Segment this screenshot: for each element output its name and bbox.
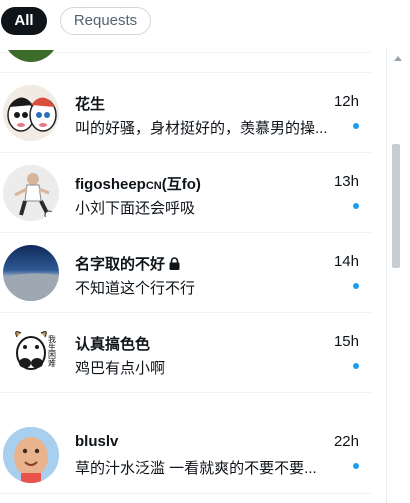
unread-dot [353,283,359,289]
partial-avatar[interactable] [3,0,59,62]
dm-inbox: All Requests 花生 12h 叫的好骚，身材挺好的，羡慕男的操... … [0,0,410,503]
unread-dot [353,363,359,369]
conversation-preview: 小刘下面还会呼吸 [75,200,196,217]
name-suffix: CN [145,180,162,192]
conversation-name: 认真搞色色 [75,336,151,353]
avatar-text: 我 生 困 难 [48,335,56,368]
conversation-row[interactable]: 我 生 困 难 认真搞色色 15h 鸡巴有点小啊 [0,313,372,393]
conversation-name: figosheepCN(互fo) [75,173,201,194]
scrollbar[interactable] [386,48,410,503]
conversation-row[interactable]: 名字取的不好 14h 不知道这个行不行 [0,233,372,313]
avatar[interactable] [3,165,59,221]
scrollbar-thumb[interactable] [392,144,400,268]
avatar[interactable] [3,245,59,301]
conversation-preview: 叫的好骚，身材挺好的，羡慕男的操... [75,120,328,137]
conversation-time: 13h [333,173,359,190]
conversation-time: 22h [333,433,359,450]
conversation-time: 15h [333,333,359,350]
name-main: 名字取的不好 [75,256,166,273]
conversation-time: 12h [333,93,359,110]
conversation-name: 花生 [75,96,106,113]
row-divider [0,493,372,494]
conversation-preview: 鸡巴有点小啊 [75,360,166,377]
avatar[interactable] [3,85,59,141]
conversation-row[interactable]: 花生 12h 叫的好骚，身材挺好的，羡慕男的操... [0,73,372,153]
unread-dot [353,463,359,469]
avatar[interactable]: 我 生 困 难 [3,323,59,379]
name-tail: (互fo) [161,176,201,193]
scroll-up-arrow-icon[interactable] [394,56,402,61]
name-main: figosheep [75,176,146,193]
conversation-name: 名字取的不好 [75,253,180,274]
conversation-row[interactable]: figosheepCN(互fo) 13h 小刘下面还会呼吸 [0,153,372,233]
unread-dot [353,123,359,129]
conversation-name: bluslv [75,433,119,450]
unread-dot [353,203,359,209]
conversation-time: 14h [333,253,359,270]
row-divider [0,392,372,393]
conversation-preview: 草的汁水泛滥 一看就爽的不要不要... [75,460,317,477]
conversation-preview: 不知道这个行不行 [75,280,196,297]
tab-requests[interactable]: Requests [60,7,151,35]
conversation-row[interactable]: bluslv 22h 草的汁水泛滥 一看就爽的不要不要... [0,413,372,493]
lock-icon [169,257,180,274]
avatar[interactable] [3,427,59,483]
